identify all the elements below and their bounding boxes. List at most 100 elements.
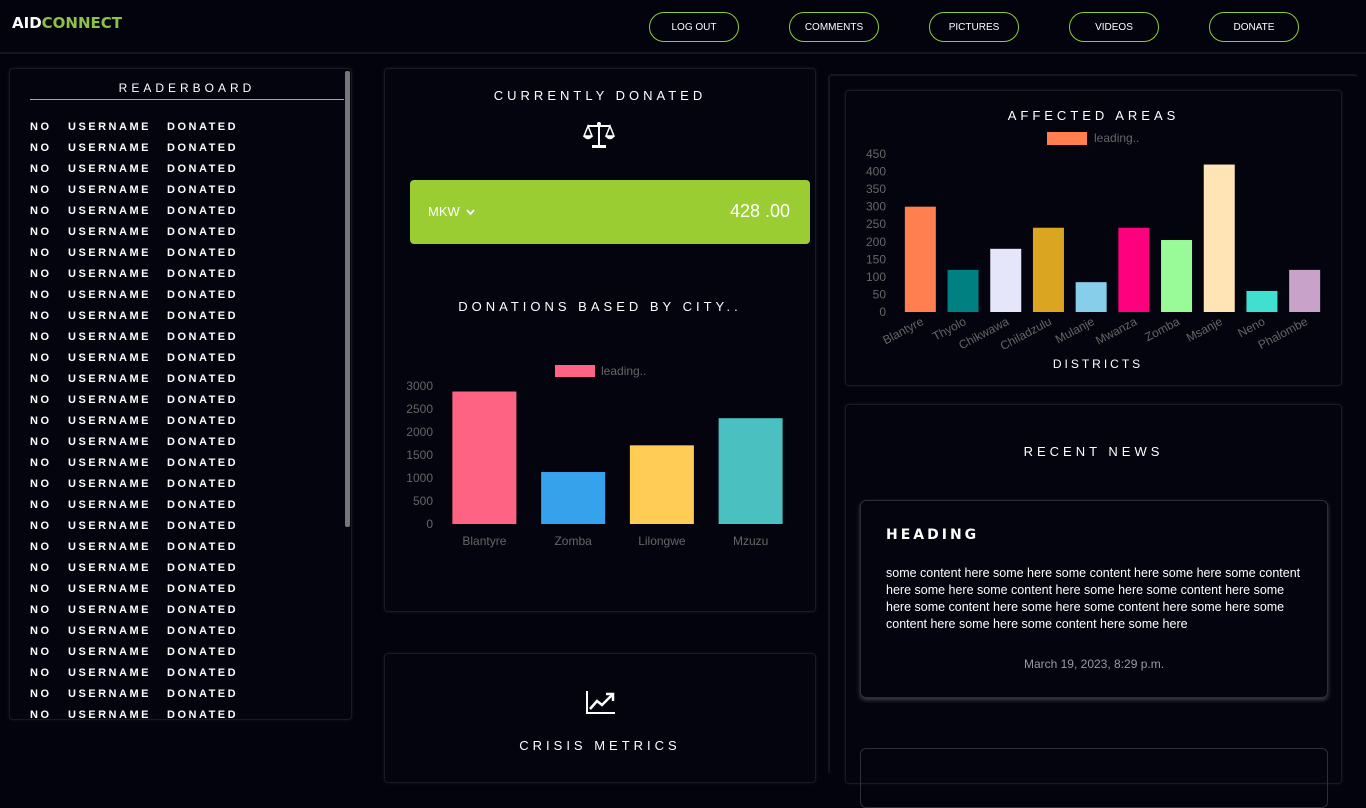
leaderboard-cell-donated: DONATED [167,205,239,217]
legend-label: leading.. [601,364,646,378]
leaderboard-cell-no: NO [30,247,52,259]
y-tick-label: 100 [866,270,886,284]
logo-aid: AID [12,14,42,32]
recent-news-title: RECENT NEWS [1023,444,1164,459]
bar-chikwawa [990,248,1022,312]
leaderboard-cell-username: USERNAME [68,520,151,532]
y-tick-label: 300 [866,200,886,214]
leaderboard-cell-donated: DONATED [167,667,239,679]
leaderboard-cell-username: USERNAME [68,247,151,259]
leaderboard-cell-no: NO [30,415,52,427]
y-tick-label: 2000 [406,425,433,439]
leaderboard-panel: READERBOARD NO USERNAME DONATED NO USERNAME D… [9,68,352,720]
bar-chiladzulu [1032,227,1064,312]
bar-neno [1246,290,1278,312]
leaderboard-cell-username: USERNAME [68,688,151,700]
legend-label: leading.. [1094,131,1139,145]
leaderboard-cell-donated: DONATED [167,625,239,637]
recent-news-panel: RECENT NEWS HEADING some content here so… [845,404,1342,808]
news-card[interactable]: HEADING some content here some here some… [860,500,1328,698]
leaderboard-cell-donated: DONATED [167,688,239,700]
leaderboard-cell-username: USERNAME [68,142,151,154]
leaderboard-cell-donated: DONATED [167,541,239,553]
bar-phalombe [1289,269,1321,312]
x-tick-label: Phalombe [1256,314,1311,352]
leaderboard-cell-no: NO [30,688,52,700]
leaderboard-cell-donated: DONATED [167,247,239,259]
leaderboard-cell-no: NO [30,310,52,322]
leaderboard-cell-no: NO [30,142,52,154]
x-tick-label: Mzuzu [733,534,768,548]
leaderboard-cell-donated: DONATED [167,310,239,322]
leaderboard-cell-username: USERNAME [68,541,151,553]
bar-zomba [541,472,606,524]
videos-button[interactable]: VIDEOS [1069,12,1159,42]
x-tick-label: Zomba [1142,314,1182,344]
crisis-metrics-title: CRISIS METRICS [519,738,681,753]
leaderboard-cell-username: USERNAME [68,121,151,133]
y-tick-label: 450 [866,147,886,161]
leaderboard-cell-donated: DONATED [167,583,239,595]
leaderboard-cell-donated: DONATED [167,289,239,301]
crisis-metrics-panel: CRISIS METRICS [384,653,816,783]
leaderboard-cell-no: NO [30,583,52,595]
comments-button[interactable]: COMMENTS [789,12,879,42]
bar-lilongwe [629,445,694,524]
leaderboard-cell-donated: DONATED [167,562,239,574]
y-tick-label: 400 [866,165,886,179]
leaderboard-cell-no: NO [30,226,52,238]
leaderboard-cell-username: USERNAME [68,352,151,364]
leaderboard-scrollbar[interactable] [345,71,350,527]
leaderboard-cell-username: USERNAME [68,205,151,217]
leaderboard-cell-username: USERNAME [68,709,151,720]
leaderboard-cell-no: NO [30,667,52,679]
leaderboard-cell-donated: DONATED [167,478,239,490]
leaderboard-cell-no: NO [30,352,52,364]
x-tick-label: Blantyre [462,534,506,548]
leaderboard-cell-username: USERNAME [68,310,151,322]
logout-button[interactable]: LOG OUT [649,12,739,42]
leaderboard-cell-no: NO [30,478,52,490]
leaderboard-cell-username: USERNAME [68,667,151,679]
leaderboard-cell-username: USERNAME [68,268,151,280]
leaderboard-cell-username: USERNAME [68,562,151,574]
leaderboard-cell-no: NO [30,499,52,511]
y-tick-label: 1000 [406,471,433,485]
leaderboard-cell-username: USERNAME [68,394,151,406]
top-navbar: AIDCONNECT LOG OUT COMMENTS PICTURES VID… [0,0,1366,54]
leaderboard-cell-donated: DONATED [167,163,239,175]
donate-button[interactable]: DONATE [1209,12,1299,42]
x-tick-label: Msanje [1184,314,1225,345]
leaderboard-title: READERBOARD [30,81,344,100]
leaderboard-cell-donated: DONATED [167,604,239,616]
currency-select[interactable]: MKW [428,204,476,219]
leaderboard-cell-donated: DONATED [167,394,239,406]
trending-up-icon [586,691,615,714]
legend-swatch [555,365,595,377]
leaderboard-cell-no: NO [30,520,52,532]
leaderboard-cell-no: NO [30,646,52,658]
leaderboard-cell-username: USERNAME [68,583,151,595]
donated-panel: CURRENTLY DONATED MKW 428 .00 DONATIONS … [384,68,816,612]
affected-areas-panel: AFFECTED AREAS leading.. 0 50 100 150 200 250 3… [845,90,1342,386]
chevron-down-icon [466,209,476,216]
leaderboard-cell-no: NO [30,289,52,301]
y-tick-label: 350 [866,182,886,196]
pictures-button[interactable]: PICTURES [929,12,1019,42]
x-tick-label: Mwanza [1093,314,1139,347]
leaderboard-cell-no: NO [30,184,52,196]
bar-blantyre [904,206,936,312]
leaderboard-cell-no: NO [30,604,52,616]
logo-connect: CONNECT [41,14,123,32]
app-logo[interactable]: AIDCONNECT [12,14,122,32]
leaderboard-cell-donated: DONATED [167,373,239,385]
bar-mzuzu [718,418,783,524]
news-body: some content here some here some content… [886,566,1301,631]
news-card[interactable] [860,748,1328,808]
x-tick-label: Lilongwe [638,534,686,548]
x-axis-title: DISTRICTS [1053,357,1143,371]
leaderboard-cell-username: USERNAME [68,184,151,196]
leaderboard-cell-donated: DONATED [167,121,239,133]
currency-label: MKW [428,204,460,219]
leaderboard-cell-username: USERNAME [68,478,151,490]
